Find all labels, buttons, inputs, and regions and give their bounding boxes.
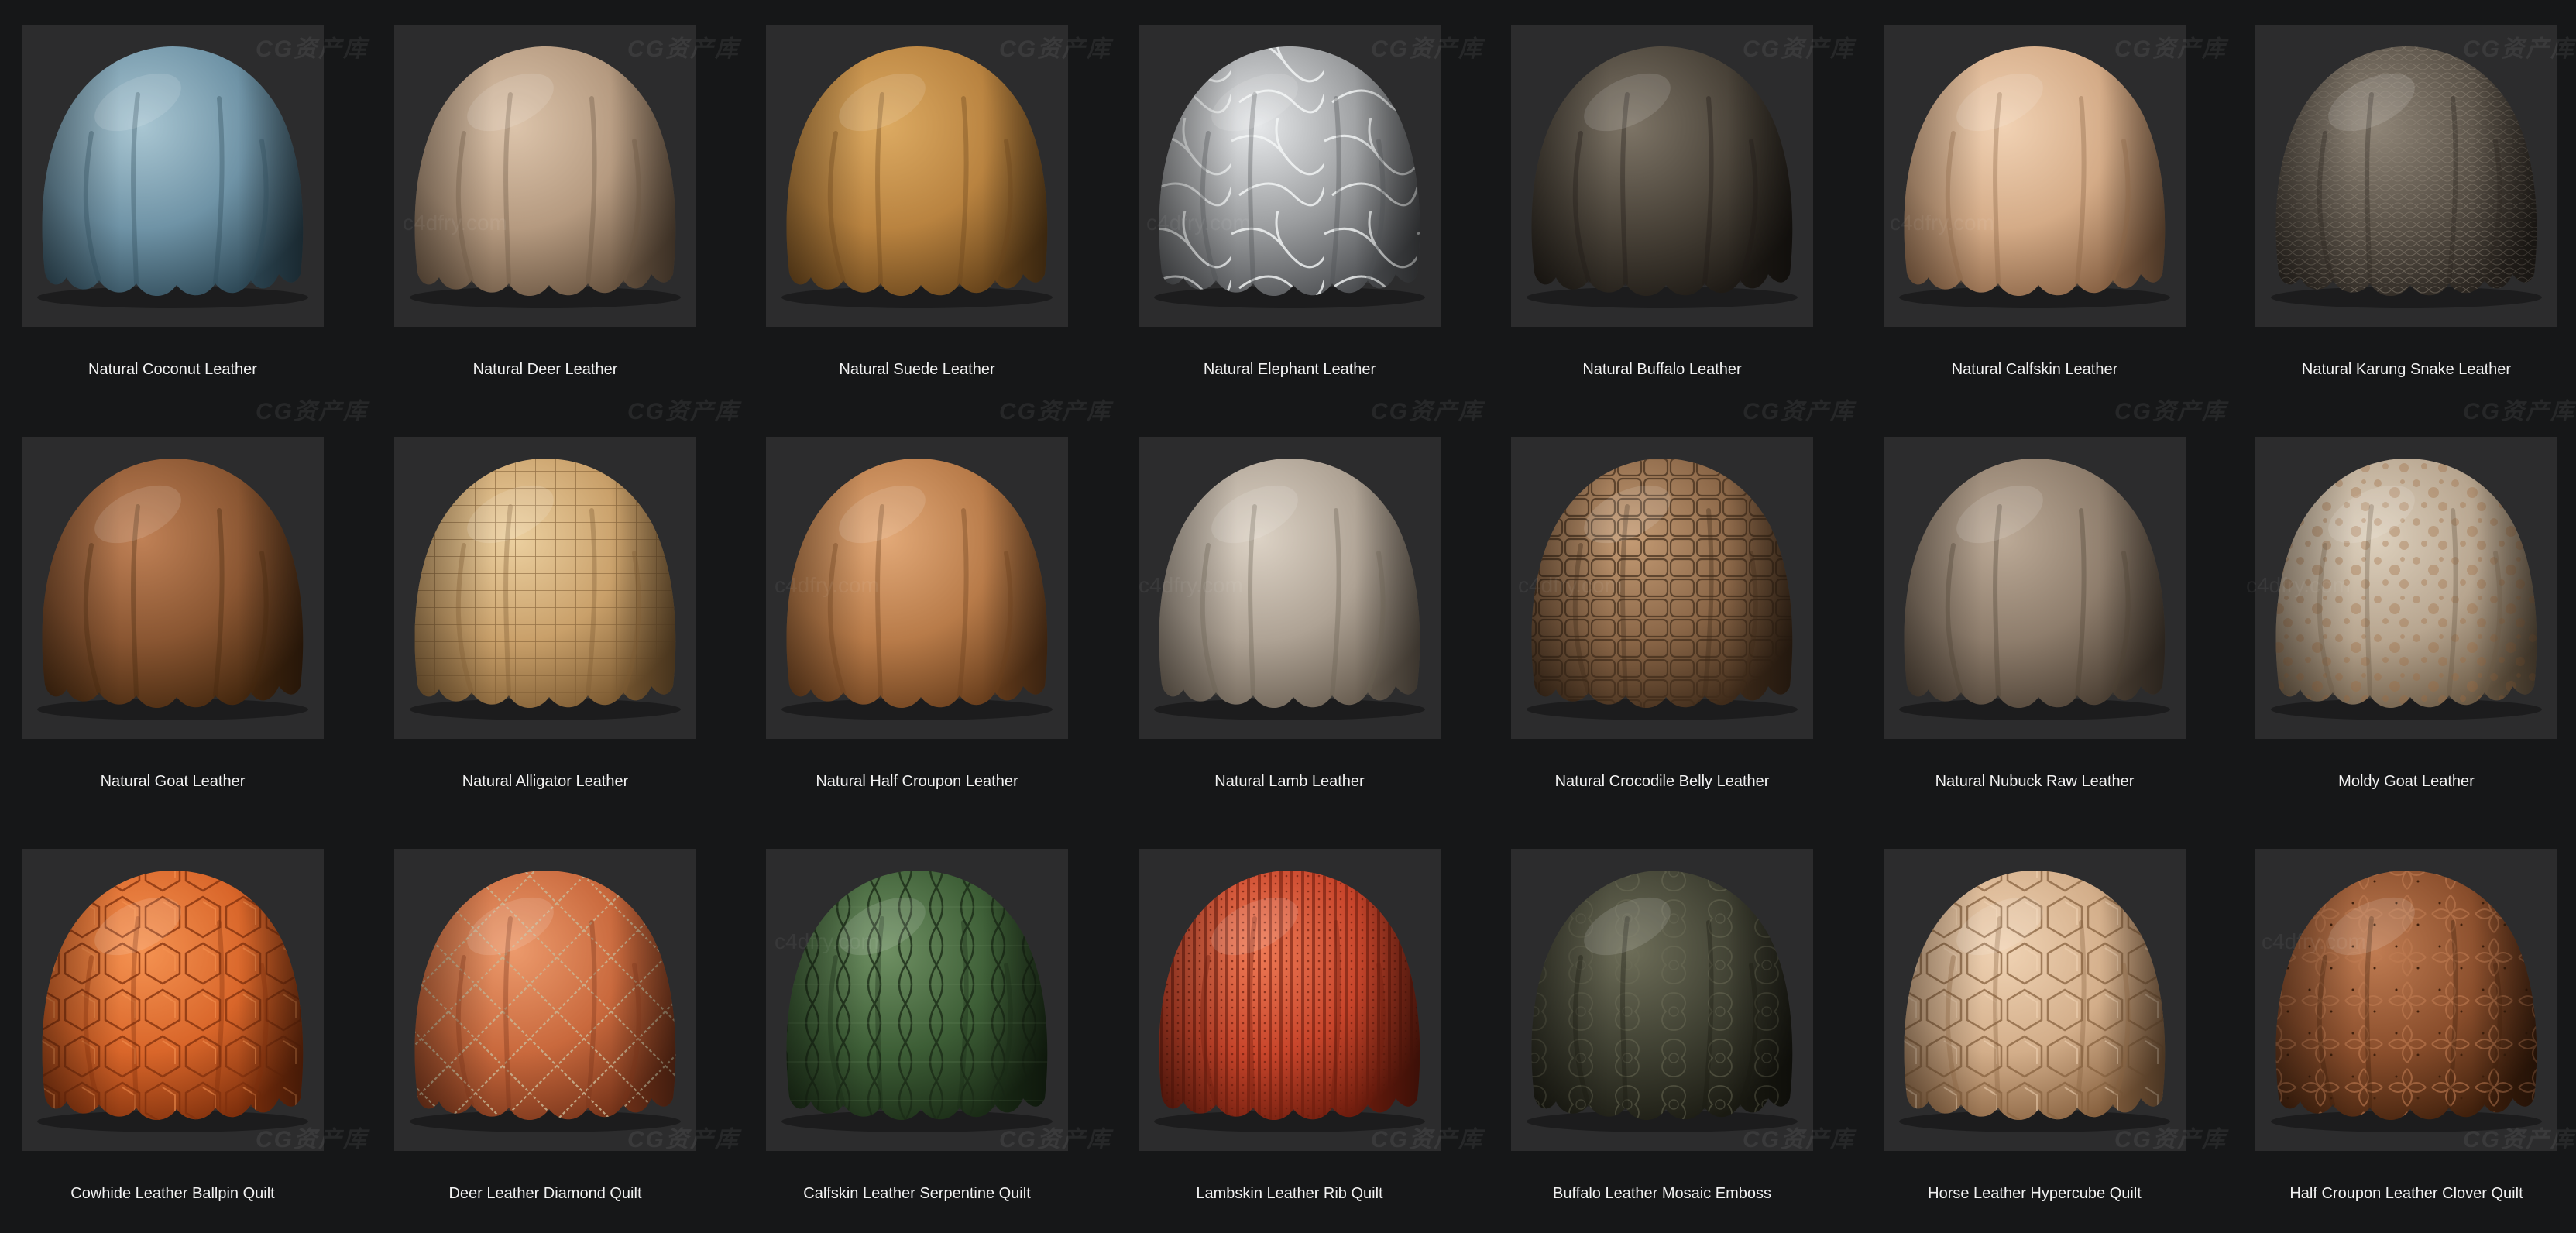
drape-dark-buffalo-icon (1527, 46, 1798, 308)
drape-orange-hex-quilt-icon (37, 871, 308, 1132)
drape-snake-scales-icon (2271, 46, 2542, 308)
material-card[interactable]: Natural Deer Leather (394, 25, 696, 389)
watermark-brand: CG资产库 (1371, 399, 1483, 424)
material-label: Natural Elephant Leather (1203, 361, 1376, 378)
material-label: Lambskin Leather Rib Quilt (1196, 1185, 1383, 1202)
drape-peach-calfskin-icon (1899, 46, 2170, 308)
material-card[interactable]: Natural Alligator Leather (394, 437, 696, 801)
material-thumbnail[interactable] (2255, 25, 2557, 327)
drape-diamond-quilt-icon (410, 871, 681, 1132)
material-card[interactable]: Half Croupon Leather Clover Quilt (2255, 849, 2557, 1213)
material-label: Natural Nubuck Raw Leather (1935, 773, 2135, 790)
material-card[interactable]: Natural Karung Snake Leather (2255, 25, 2557, 389)
material-card[interactable]: Buffalo Leather Mosaic Emboss (1511, 849, 1813, 1213)
material-card[interactable]: Natural Lamb Leather (1139, 437, 1441, 801)
material-label: Natural Coconut Leather (88, 361, 257, 378)
material-thumbnail[interactable] (766, 849, 1068, 1151)
material-thumbnail[interactable] (1511, 437, 1813, 739)
material-label: Horse Leather Hypercube Quilt (1928, 1185, 2142, 1202)
watermark-brand: CG资产库 (2114, 399, 2227, 424)
material-label: Buffalo Leather Mosaic Emboss (1552, 1185, 1771, 1202)
material-card[interactable]: Natural Calfskin Leather (1884, 25, 2186, 389)
material-thumbnail[interactable] (2255, 849, 2557, 1151)
material-thumbnail[interactable] (1884, 25, 2186, 327)
material-label: Natural Goat Leather (100, 773, 246, 790)
material-label: Natural Buffalo Leather (1582, 361, 1742, 378)
drape-green-serpentine-icon (781, 871, 1053, 1132)
drape-mosaic-emboss-icon (1527, 871, 1798, 1132)
watermark-brand: CG资产库 (2463, 399, 2575, 424)
material-thumbnail[interactable] (1139, 437, 1441, 739)
material-label: Cowhide Leather Ballpin Quilt (70, 1185, 275, 1202)
drape-orange-croupon-icon (781, 459, 1053, 720)
material-thumbnail[interactable] (2255, 437, 2557, 739)
material-card[interactable]: Natural Buffalo Leather (1511, 25, 1813, 389)
material-thumbnail[interactable] (394, 437, 696, 739)
drape-hypercube-quilt-icon (1899, 871, 2170, 1132)
material-thumbnail[interactable] (22, 849, 324, 1151)
drape-nubuck-icon (1899, 459, 2170, 720)
material-label: Natural Half Croupon Leather (816, 773, 1018, 790)
drape-moldy-goat-icon (2271, 459, 2542, 720)
material-thumbnail[interactable] (1511, 849, 1813, 1151)
material-label: Natural Crocodile Belly Leather (1554, 773, 1770, 790)
drape-brown-goat-icon (37, 459, 308, 720)
material-card[interactable]: Natural Nubuck Raw Leather (1884, 437, 2186, 801)
drape-alligator-grid-icon (410, 459, 681, 720)
drape-grey-elephant-icon (1154, 46, 1425, 308)
drape-blue-leather-icon (37, 46, 308, 308)
material-label: Moldy Goat Leather (2338, 773, 2475, 790)
material-label: Natural Alligator Leather (462, 773, 629, 790)
material-card[interactable]: Calfskin Leather Serpentine Quilt (766, 849, 1068, 1213)
drape-ochre-suede-icon (781, 46, 1053, 308)
material-label: Natural Calfskin Leather (1951, 361, 2118, 378)
watermark-brand: CG资产库 (999, 399, 1111, 424)
material-card[interactable]: Horse Leather Hypercube Quilt (1884, 849, 2186, 1213)
material-thumbnail[interactable] (22, 437, 324, 739)
watermark-brand: CG资产库 (627, 399, 740, 424)
material-thumbnail[interactable] (766, 437, 1068, 739)
material-thumbnail[interactable] (1884, 437, 2186, 739)
material-card[interactable]: Moldy Goat Leather (2255, 437, 2557, 801)
material-card[interactable]: Natural Elephant Leather (1139, 25, 1441, 389)
material-label: Deer Leather Diamond Quilt (448, 1185, 642, 1202)
material-thumbnail[interactable] (1511, 25, 1813, 327)
material-card[interactable]: Natural Suede Leather (766, 25, 1068, 389)
material-label: Natural Deer Leather (472, 361, 618, 378)
drape-clover-quilt-icon (2271, 871, 2542, 1132)
material-card[interactable]: Natural Goat Leather (22, 437, 324, 801)
material-card[interactable]: Cowhide Leather Ballpin Quilt (22, 849, 324, 1213)
drape-red-rib-quilt-icon (1154, 871, 1425, 1132)
material-card[interactable]: Deer Leather Diamond Quilt (394, 849, 696, 1213)
material-thumbnail[interactable] (1139, 849, 1441, 1151)
material-card[interactable]: Natural Half Croupon Leather (766, 437, 1068, 801)
drape-croc-belly-icon (1527, 459, 1798, 720)
material-card[interactable]: Natural Coconut Leather (22, 25, 324, 389)
material-label: Half Croupon Leather Clover Quilt (2289, 1185, 2523, 1202)
material-grid: Natural Coconut Leather Natural Deer Leat… (0, 0, 2576, 1233)
material-thumbnail[interactable] (766, 25, 1068, 327)
material-card[interactable]: Natural Crocodile Belly Leather (1511, 437, 1813, 801)
drape-tan-leather-icon (410, 46, 681, 308)
material-thumbnail[interactable] (1139, 25, 1441, 327)
material-label: Natural Karung Snake Leather (2301, 361, 2512, 378)
material-thumbnail[interactable] (394, 849, 696, 1151)
watermark-brand: CG资产库 (256, 399, 368, 424)
material-card[interactable]: Lambskin Leather Rib Quilt (1139, 849, 1441, 1213)
material-thumbnail[interactable] (22, 25, 324, 327)
material-thumbnail[interactable] (394, 25, 696, 327)
material-thumbnail[interactable] (1884, 849, 2186, 1151)
drape-beige-lamb-icon (1154, 459, 1425, 720)
watermark-brand: CG资产库 (1743, 399, 1855, 424)
material-label: Calfskin Leather Serpentine Quilt (803, 1185, 1031, 1202)
material-label: Natural Suede Leather (839, 361, 995, 378)
material-label: Natural Lamb Leather (1214, 773, 1365, 790)
